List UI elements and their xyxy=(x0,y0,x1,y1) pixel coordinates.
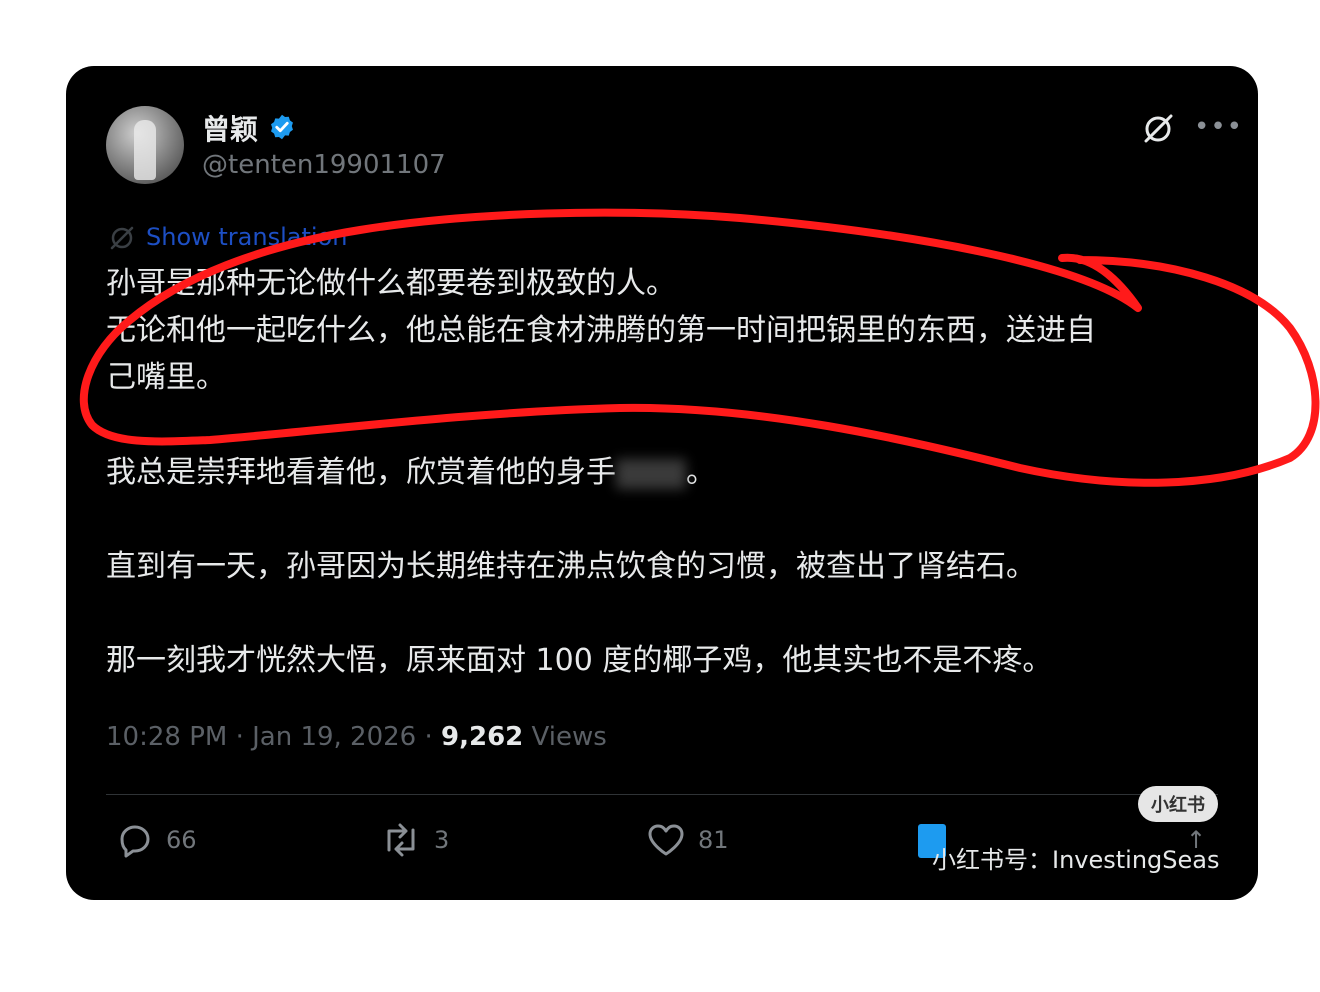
red-annotation-circle xyxy=(79,208,1320,487)
